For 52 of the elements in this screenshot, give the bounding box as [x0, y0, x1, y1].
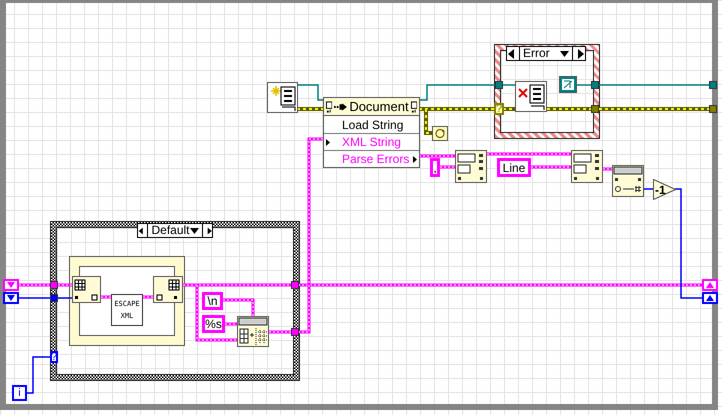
caret-icon[interactable]	[190, 228, 199, 234]
output-arrow-icon	[413, 156, 417, 163]
format-string-icon	[237, 316, 269, 347]
string-constant: ,	[430, 158, 440, 177]
string-constant: \n	[202, 292, 223, 310]
reference-wire	[503, 84, 515, 86]
number-wire	[18, 297, 73, 299]
document-icon	[410, 100, 417, 112]
iteration-terminal: i	[12, 385, 27, 401]
number-wire	[644, 188, 653, 190]
arrow-icon	[334, 102, 348, 110]
tunnel	[291, 328, 299, 336]
index-array-icon	[72, 276, 101, 303]
shift-register-icon	[702, 279, 718, 291]
reference-wire	[577, 84, 591, 86]
number-wire	[27, 356, 50, 394]
shift-register-icon	[702, 292, 718, 304]
decrement-node: -1	[653, 179, 676, 200]
tunnel	[495, 81, 503, 89]
tunnel	[709, 105, 717, 113]
scan-number-icon	[612, 165, 644, 197]
shift-register-icon	[3, 292, 19, 304]
left-arrow-icon[interactable]	[138, 226, 144, 236]
close-document-icon	[515, 81, 547, 112]
document-icon	[326, 100, 332, 112]
tunnel	[591, 81, 599, 89]
string-split-icon	[571, 150, 603, 183]
string-wire	[602, 168, 612, 170]
input-arrow-icon	[326, 139, 330, 146]
right-arrow-icon[interactable]	[577, 48, 585, 58]
reference-wire	[297, 84, 323, 101]
string-constant: Line	[497, 158, 531, 177]
new-document-icon	[267, 82, 298, 113]
property-item[interactable]: Load String	[324, 116, 419, 133]
index-array-icon	[153, 276, 183, 303]
string-constant: %s	[202, 315, 225, 333]
string-split-icon	[455, 150, 487, 183]
reference-constant-icon	[559, 76, 577, 93]
string-wire	[100, 296, 154, 298]
error-wire	[297, 107, 323, 111]
tunnel	[709, 81, 717, 89]
right-arrow-icon[interactable]	[206, 226, 212, 236]
tunnel	[291, 281, 299, 289]
string-wire	[18, 284, 74, 286]
case-selector[interactable]: Default	[137, 223, 213, 238]
class-name: Document	[349, 99, 409, 114]
shift-register-icon	[3, 279, 19, 291]
caret-icon[interactable]	[560, 50, 569, 56]
case-selector[interactable]: Error	[506, 46, 586, 61]
loop-icon	[432, 126, 448, 141]
tunnel	[591, 105, 599, 113]
left-arrow-icon[interactable]	[507, 48, 515, 58]
